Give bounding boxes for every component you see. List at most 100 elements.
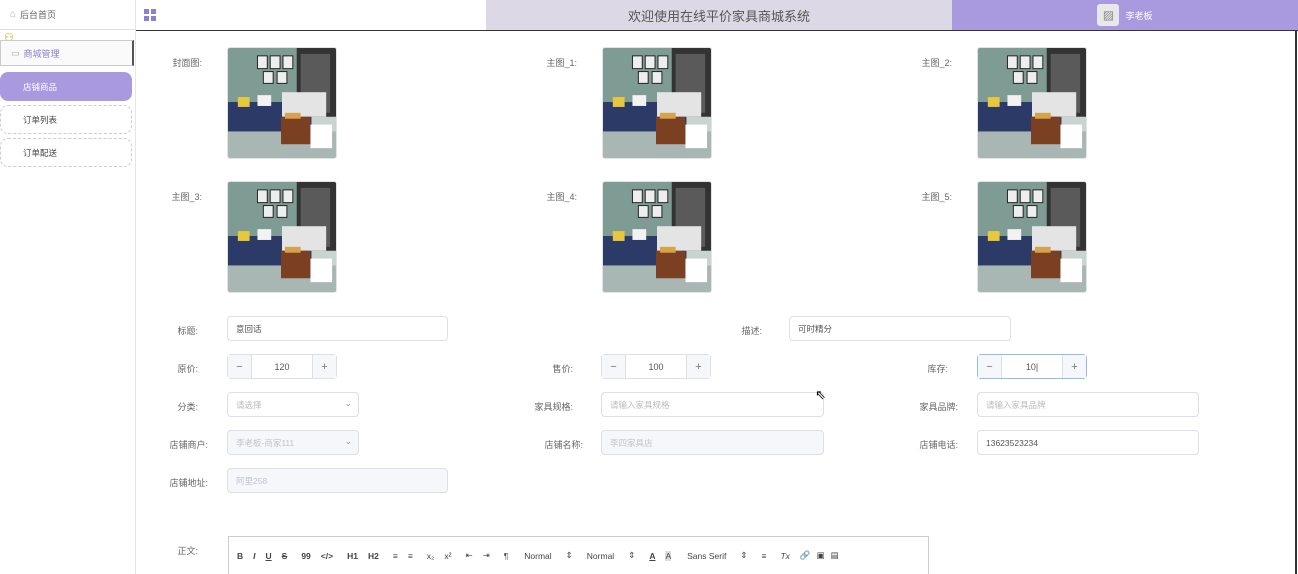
bullet-list-icon[interactable]: ≡: [408, 551, 413, 561]
font-color-button[interactable]: A: [649, 551, 655, 561]
blockquote-button[interactable]: 99: [301, 551, 310, 561]
background-color-button[interactable]: A: [665, 550, 672, 561]
main-image-2[interactable]: [977, 47, 1087, 159]
main-image-5[interactable]: [977, 181, 1087, 293]
clear-format-icon[interactable]: Tx: [780, 551, 789, 561]
link-icon[interactable]: 🔗: [800, 550, 811, 561]
editor-toolbar: B I U S 99 </> H1 H2 ≡ ≡ x₂ x² ⇤ ⇥ ¶ Nor…: [228, 536, 929, 574]
decrement-button[interactable]: −: [978, 355, 1002, 378]
sidebar-item-label: 店铺商品: [23, 81, 58, 92]
main-image-3[interactable]: [227, 181, 337, 293]
code-block-button[interactable]: </>: [321, 551, 333, 561]
chevron-updown-icon: ⇕: [628, 550, 636, 560]
address-input[interactable]: 阿里258: [227, 468, 448, 493]
chevron-down-icon: ⌄: [344, 436, 352, 446]
sidebar-home-label: 后台首页: [20, 10, 57, 20]
subscript-button[interactable]: x₂: [427, 551, 435, 561]
chevron-down-icon: ⌄: [344, 398, 352, 408]
main-image-1[interactable]: [602, 47, 712, 159]
price-label: 售价:: [552, 364, 573, 374]
stock-value[interactable]: 10|: [1002, 362, 1062, 372]
price-value[interactable]: 100: [626, 362, 686, 372]
increment-button[interactable]: +: [312, 355, 336, 378]
phone-input[interactable]: 13623523234: [977, 430, 1199, 455]
outdent-icon[interactable]: ⇤: [465, 550, 472, 561]
user-menu[interactable]: ▨ 李老板: [952, 0, 1298, 30]
title-input[interactable]: 意回话: [227, 316, 448, 341]
main-image-1-label: 主图_1:: [546, 58, 577, 68]
underline-button[interactable]: U: [266, 551, 272, 561]
scrollbar[interactable]: [1295, 30, 1297, 574]
main-image-2-label: 主图_2:: [921, 58, 952, 68]
decrement-button[interactable]: −: [228, 355, 252, 378]
sidebar-group-mall[interactable]: ▭ 商城管理: [0, 40, 134, 66]
spec-input[interactable]: 请输入家具规格: [601, 392, 824, 417]
shop-name-input[interactable]: 李四家具店: [601, 430, 824, 455]
brand-input[interactable]: 请输入家具品牌: [977, 392, 1199, 417]
home-icon: ⌂: [10, 9, 17, 20]
sidebar-item-label: 订单配送: [23, 147, 58, 158]
main-image-4[interactable]: [602, 181, 712, 293]
original-price-stepper[interactable]: − 120 +: [227, 354, 337, 379]
category-select[interactable]: 请选择 ⌄: [227, 392, 359, 417]
header-select[interactable]: Normal: [587, 551, 614, 561]
top-bar: 欢迎使用在线平价家具商城系统 ▨ 李老板: [136, 0, 1298, 31]
category-label: 分类:: [177, 402, 198, 412]
spec-label: 家具规格:: [534, 402, 573, 412]
chevron-updown-icon: ⇕: [565, 550, 573, 560]
original-price-value[interactable]: 120: [252, 362, 312, 372]
stock-label: 库存:: [927, 364, 948, 374]
decrement-button[interactable]: −: [602, 355, 626, 378]
menu-icon: ▭: [11, 47, 20, 58]
desc-input[interactable]: 可时精分: [789, 316, 1011, 341]
ordered-list-icon[interactable]: ≡: [393, 551, 398, 561]
sidebar-item-label: 订单列表: [23, 114, 58, 125]
indent-icon[interactable]: ⇥: [483, 550, 490, 561]
size-select[interactable]: Normal: [524, 551, 551, 561]
original-price-label: 原价:: [177, 364, 198, 374]
sidebar-item-products[interactable]: 店铺商品: [0, 72, 132, 101]
avatar-icon: ▨: [1097, 4, 1120, 26]
h1-button[interactable]: H1: [347, 551, 358, 561]
user-name: 李老板: [1125, 10, 1153, 21]
phone-label: 店铺电话:: [919, 440, 958, 450]
shop-name-label: 店铺名称:: [544, 440, 583, 450]
align-icon[interactable]: ≡: [761, 551, 766, 561]
video-icon[interactable]: ▤: [831, 550, 839, 561]
h2-button[interactable]: H2: [368, 551, 379, 561]
main-image-4-label: 主图_4:: [546, 192, 577, 202]
chevron-updown-icon: ⇕: [740, 550, 748, 560]
title-label: 标题:: [177, 326, 198, 336]
sidebar: ⌂ 后台首页 ⚇ ▭ 商城管理 店铺商品 订单列表 订单配送: [0, 0, 136, 574]
main-image-3-label: 主图_3:: [171, 192, 202, 202]
price-stepper[interactable]: − 100 +: [601, 354, 711, 379]
main-image-5-label: 主图_5:: [921, 192, 952, 202]
cover-image[interactable]: [227, 47, 337, 159]
cover-image-label: 封面图:: [172, 58, 202, 68]
font-select[interactable]: Sans Serif: [687, 551, 726, 561]
image-icon[interactable]: ▣: [817, 550, 825, 561]
address-label: 店铺地址:: [169, 478, 208, 488]
desc-label: 描述:: [741, 326, 762, 336]
grid-icon: [144, 9, 156, 21]
sidebar-item-delivery[interactable]: 订单配送: [0, 138, 132, 167]
bold-button[interactable]: B: [237, 551, 243, 561]
text-direction-icon[interactable]: ¶: [504, 551, 509, 561]
app-root: ⌂ 后台首页 ⚇ ▭ 商城管理 店铺商品 订单列表 订单配送 欢迎使用在线平价家…: [0, 0, 1298, 574]
sidebar-item-orders[interactable]: 订单列表: [0, 105, 132, 134]
increment-button[interactable]: +: [686, 355, 710, 378]
superscript-button[interactable]: x²: [444, 551, 451, 561]
strike-button[interactable]: S: [282, 551, 288, 561]
mouse-cursor-icon: ⇖: [815, 387, 826, 402]
merchant-select[interactable]: 李老板-商家111 ⌄: [227, 430, 359, 455]
stock-stepper[interactable]: − 10| +: [977, 354, 1087, 379]
sidebar-home[interactable]: ⌂ 后台首页: [0, 0, 136, 30]
sidebar-group-label: 商城管理: [23, 48, 60, 59]
merchant-label: 店铺商户:: [169, 440, 208, 450]
italic-button[interactable]: I: [253, 551, 255, 561]
increment-button[interactable]: +: [1062, 355, 1086, 378]
brand-label: 家具品牌:: [919, 402, 958, 412]
menu-toggle[interactable]: [136, 0, 486, 30]
content-label: 正文:: [177, 546, 198, 556]
page-title: 欢迎使用在线平价家具商城系统: [486, 0, 952, 30]
